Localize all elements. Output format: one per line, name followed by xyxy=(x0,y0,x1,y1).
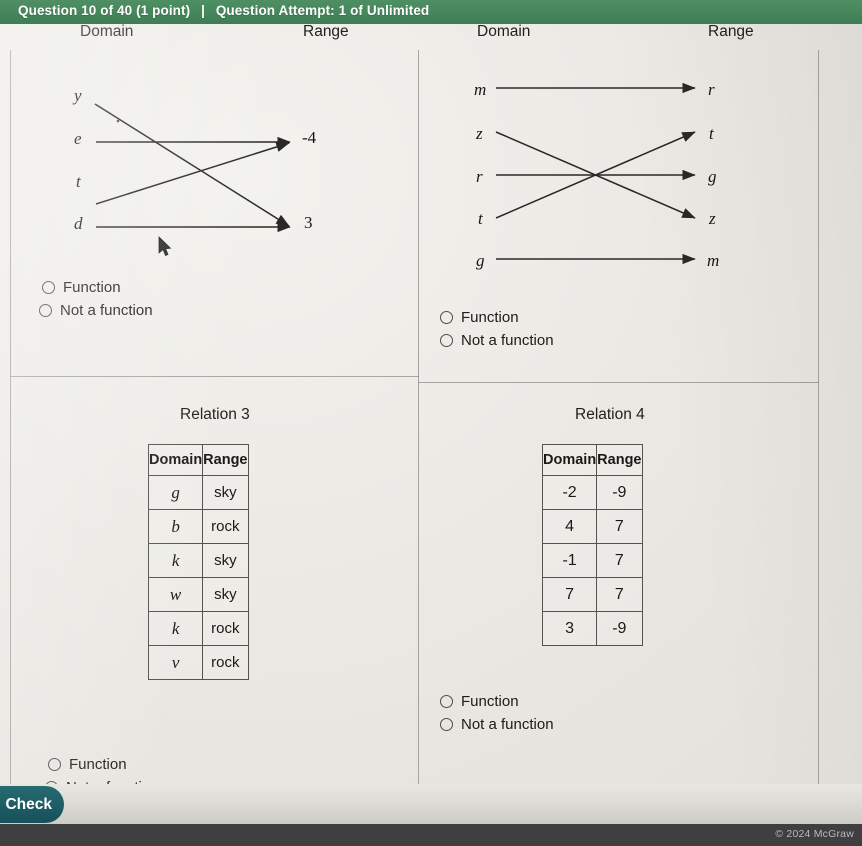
relation-2-option-function-label: Function xyxy=(461,309,519,326)
relation-4-cell-domain: -2 xyxy=(541,475,598,510)
relation-1-stray-dot xyxy=(116,119,120,123)
worksheet-sheet: Domain Range y e t d -4 3 Function Not a… xyxy=(0,23,862,797)
relation-1-arrow-t-to-neg4 xyxy=(95,141,290,205)
relation-2-arrow-diagram xyxy=(495,82,696,265)
relation-4-header-row: Domain Range xyxy=(541,444,643,476)
relation-1-option-function[interactable]: Function xyxy=(42,279,121,296)
table-row: 7 7 xyxy=(541,577,643,612)
relation-3-option-function-label: Function xyxy=(69,756,127,773)
relation-4-cell-range: -9 xyxy=(596,475,643,510)
relation-4-option-function[interactable]: Function xyxy=(440,693,519,710)
relation-4-column-range: Range xyxy=(596,444,643,476)
table-row: -2 -9 xyxy=(541,475,643,510)
relation-3-radio-function[interactable] xyxy=(48,758,61,771)
table-row: k sky xyxy=(147,543,249,578)
table-row: k rock xyxy=(147,611,249,646)
relation-4-option-not-a-function-label: Not a function xyxy=(461,716,554,733)
grid-line-right xyxy=(818,50,819,784)
relation-4-cell-range: 7 xyxy=(596,543,643,578)
relation-3-cell-domain: k xyxy=(147,611,204,646)
relation-3-cell-range: sky xyxy=(202,543,249,578)
relation-3-cell-range: sky xyxy=(202,577,249,612)
relation-1-option-not-a-function[interactable]: Not a function xyxy=(39,302,153,319)
relation-3-column-range: Range xyxy=(202,444,249,476)
relation-1-arrow-y-to-3 xyxy=(94,103,290,227)
relation-4-cell-domain: 3 xyxy=(541,611,598,646)
page-footer: © 2024 McGraw xyxy=(0,824,862,846)
relation-3-cell-domain: w xyxy=(147,577,204,612)
relation-1-option-not-a-function-label: Not a function xyxy=(60,302,153,319)
relation-2-option-function[interactable]: Function xyxy=(440,309,519,326)
relation-1-radio-function[interactable] xyxy=(42,281,55,294)
table-row: g sky xyxy=(147,475,249,510)
relation-3-cell-domain: k xyxy=(147,543,204,578)
relation-4-radio-function[interactable] xyxy=(440,695,453,708)
relation-4-option-not-a-function[interactable]: Not a function xyxy=(440,716,554,733)
check-button[interactable]: Check xyxy=(0,786,64,823)
question-header-text: Question 10 of 40 (1 point) | Question A… xyxy=(18,3,429,18)
relation-1-option-function-label: Function xyxy=(63,279,121,296)
relation-4-radio-not-a-function[interactable] xyxy=(440,718,453,731)
relation-3-header-row: Domain Range xyxy=(147,444,249,476)
relation-3-column-domain: Domain xyxy=(147,444,204,476)
relation-2-radio-not-a-function[interactable] xyxy=(440,334,453,347)
relation-3-table: Domain Range g sky b rock k sky w sky k … xyxy=(147,444,249,680)
question-attempt-label: Question Attempt: 1 of Unlimited xyxy=(215,3,430,18)
relation-4-table: Domain Range -2 -9 4 7 -1 7 7 7 3 -9 xyxy=(541,444,643,646)
question-number-label: Question 10 of 40 (1 point) xyxy=(18,3,191,18)
relation-4-cell-range: -9 xyxy=(596,611,643,646)
relation-2-radio-function[interactable] xyxy=(440,311,453,324)
relation-3-cell-domain: b xyxy=(147,509,204,544)
relation-3-cell-domain: g xyxy=(147,475,204,510)
table-row: b rock xyxy=(147,509,249,544)
relation-3-cell-range: sky xyxy=(202,475,249,510)
mouse-cursor-icon xyxy=(158,236,172,256)
grid-line-horizontal-right xyxy=(418,382,819,383)
table-row: 3 -9 xyxy=(541,611,643,646)
relation-4-cell-range: 7 xyxy=(596,577,643,612)
relation-3-title: Relation 3 xyxy=(180,406,250,423)
table-row: 4 7 xyxy=(541,509,643,544)
relation-1-radio-not-a-function[interactable] xyxy=(39,304,52,317)
relation-1-arrow-diagram xyxy=(94,103,291,233)
relation-2-option-not-a-function-label: Not a function xyxy=(461,332,554,349)
question-header-bar: Question 10 of 40 (1 point) | Question A… xyxy=(0,0,862,24)
header-separator: | xyxy=(201,3,205,18)
relation-4-title: Relation 4 xyxy=(575,406,645,423)
copyright-text: © 2024 McGraw xyxy=(775,828,854,840)
relation-4-option-function-label: Function xyxy=(461,693,519,710)
relation-3-cell-range: rock xyxy=(202,611,249,646)
bottom-toolbar xyxy=(0,784,862,824)
relation-3-cell-range: rock xyxy=(202,509,249,544)
relation-4-cell-domain: 7 xyxy=(541,577,598,612)
relation-3-option-function[interactable]: Function xyxy=(48,756,127,773)
relation-4-cell-domain: 4 xyxy=(541,509,598,544)
grid-line-horizontal-left xyxy=(10,376,419,377)
relation-2-option-not-a-function[interactable]: Not a function xyxy=(440,332,554,349)
relation-4-cell-domain: -1 xyxy=(541,543,598,578)
table-row: w sky xyxy=(147,577,249,612)
table-row: -1 7 xyxy=(541,543,643,578)
table-row: v rock xyxy=(147,645,249,680)
relation-3-cell-domain: v xyxy=(147,645,204,680)
relation-3-cell-range: rock xyxy=(202,645,249,680)
relation-4-cell-range: 7 xyxy=(596,509,643,544)
relation-4-column-domain: Domain xyxy=(541,444,598,476)
